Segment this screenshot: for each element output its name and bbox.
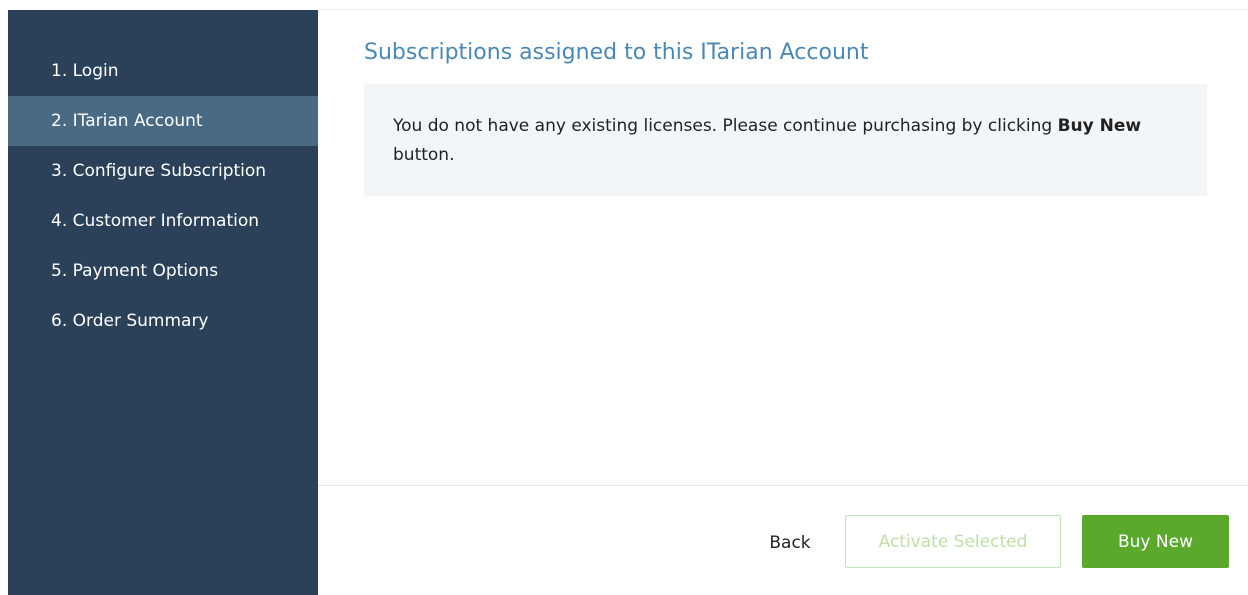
step-customer-information[interactable]: 4. Customer Information <box>8 196 318 246</box>
main-content: Subscriptions assigned to this ITarian A… <box>318 10 1248 595</box>
activate-selected-button[interactable]: Activate Selected <box>845 515 1061 568</box>
page-title: Subscriptions assigned to this ITarian A… <box>364 40 869 65</box>
step-payment-options[interactable]: 5. Payment Options <box>8 246 318 296</box>
step-itarian-account[interactable]: 2. ITarian Account <box>8 96 318 146</box>
step-order-summary[interactable]: 6. Order Summary <box>8 296 318 346</box>
steps-list: 1. Login 2. ITarian Account 3. Configure… <box>8 46 318 346</box>
footer-divider <box>318 485 1248 486</box>
step-configure-subscription[interactable]: 3. Configure Subscription <box>8 146 318 196</box>
step-login[interactable]: 1. Login <box>8 46 318 96</box>
buy-new-button[interactable]: Buy New <box>1082 515 1229 568</box>
wizard-frame: 1. Login 2. ITarian Account 3. Configure… <box>0 0 1248 595</box>
wizard-steps-sidebar: 1. Login 2. ITarian Account 3. Configure… <box>8 10 318 595</box>
no-licenses-notice: You do not have any existing licenses. P… <box>364 84 1207 196</box>
back-button[interactable]: Back <box>750 516 830 568</box>
notice-text-before: You do not have any existing licenses. P… <box>393 116 1058 136</box>
notice-text-bold: Buy New <box>1057 116 1142 136</box>
notice-text-after: button. <box>393 145 455 165</box>
